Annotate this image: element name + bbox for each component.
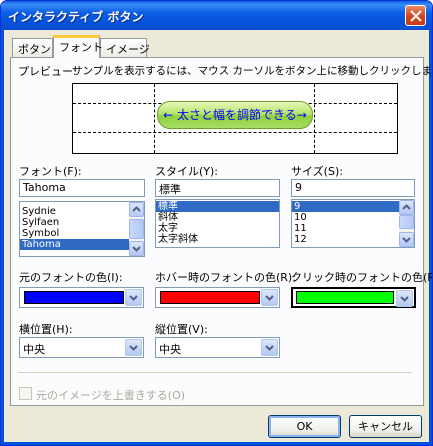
cancel-button[interactable]: キャンセル bbox=[349, 415, 422, 438]
list-item[interactable]: 太字斜体 bbox=[156, 234, 279, 245]
dropdown-button[interactable] bbox=[261, 289, 278, 306]
list-item[interactable]: 太字 bbox=[156, 223, 279, 234]
scroll-thumb[interactable] bbox=[399, 215, 414, 229]
tab-font[interactable]: フォント bbox=[53, 35, 103, 58]
arrow-up-icon bbox=[402, 204, 411, 210]
hover-color-picker[interactable] bbox=[155, 287, 280, 308]
divider bbox=[18, 372, 412, 373]
window-title: インタラクティブ ボタン bbox=[8, 10, 144, 24]
list-item[interactable]: 12 bbox=[292, 234, 414, 245]
horizontal-label: 横位置(H): bbox=[19, 323, 73, 336]
chevron-down-icon bbox=[265, 295, 274, 301]
preview-button[interactable]: ← 太さと幅を調節できる→ bbox=[157, 101, 313, 129]
font-input[interactable]: Tahoma bbox=[19, 179, 145, 197]
style-label: スタイル(Y): bbox=[155, 165, 219, 178]
list-item[interactable]: 11 bbox=[292, 223, 414, 234]
click-color-picker[interactable] bbox=[291, 287, 416, 308]
scroll-down-button[interactable] bbox=[129, 241, 144, 256]
dropdown-button[interactable] bbox=[396, 290, 413, 307]
list-item[interactable]: 10 bbox=[292, 212, 414, 223]
arrow-down-icon bbox=[132, 246, 141, 252]
color-swatch bbox=[296, 291, 394, 304]
style-input[interactable]: 標準 bbox=[155, 179, 280, 197]
scroll-down-button[interactable] bbox=[399, 232, 414, 247]
tab-image[interactable]: イメージ bbox=[100, 38, 150, 57]
ok-button[interactable]: OK bbox=[268, 415, 341, 438]
click-color-label: クリック時のフォントの色(P): bbox=[291, 271, 433, 284]
overwrite-label: 元のイメージを上書きする(O) bbox=[36, 389, 186, 402]
list-item[interactable]: Sylfaen bbox=[20, 217, 144, 228]
list-item[interactable]: 斜体 bbox=[156, 212, 279, 223]
font-scrollbar[interactable] bbox=[129, 202, 144, 256]
chevron-down-icon bbox=[265, 345, 274, 351]
vertical-label: 縦位置(V): bbox=[155, 323, 208, 336]
list-item[interactable]: 9 bbox=[292, 201, 399, 212]
hover-color-label: ホバー時のフォントの色(R): bbox=[155, 271, 296, 284]
dialog-window: インタラクティブ ボタン ボタン フォント イメージ プレビュー: サンプルを表… bbox=[0, 0, 433, 446]
list-item[interactable]: 標準 bbox=[156, 201, 279, 212]
horizontal-select[interactable]: 中央 bbox=[19, 337, 144, 358]
scroll-up-button[interactable] bbox=[399, 200, 414, 215]
preview-area: ← 太さと幅を調節できる→ bbox=[72, 83, 398, 154]
size-list[interactable]: 9 10 11 12 bbox=[291, 199, 415, 248]
arrow-down-icon bbox=[402, 237, 411, 243]
title-bar[interactable]: インタラクティブ ボタン bbox=[1, 1, 432, 30]
chevron-down-icon bbox=[400, 296, 409, 302]
vertical-value: 中央 bbox=[159, 343, 181, 356]
chevron-down-icon bbox=[129, 295, 138, 301]
dropdown-button[interactable] bbox=[125, 289, 142, 306]
font-list[interactable]: Sydnie Sylfaen Symbol Tahoma bbox=[19, 201, 145, 257]
horizontal-value: 中央 bbox=[23, 343, 45, 356]
preview-hint: サンプルを表示するには、マウス カーソルをボタン上に移動しクリックします。 bbox=[72, 65, 433, 77]
color-swatch bbox=[160, 291, 260, 304]
close-button[interactable] bbox=[405, 5, 426, 26]
list-item[interactable]: Sydnie bbox=[20, 206, 144, 217]
dropdown-button[interactable] bbox=[125, 339, 142, 356]
size-scrollbar[interactable] bbox=[399, 200, 414, 247]
tab-button[interactable]: ボタン bbox=[12, 38, 53, 57]
close-icon bbox=[410, 10, 422, 22]
chevron-down-icon bbox=[129, 345, 138, 351]
scroll-thumb[interactable] bbox=[129, 219, 144, 239]
overwrite-checkbox[interactable] bbox=[19, 387, 32, 400]
original-color-label: 元のフォントの色(I): bbox=[19, 271, 123, 284]
arrow-up-icon bbox=[132, 206, 141, 212]
dropdown-button[interactable] bbox=[261, 339, 278, 356]
list-item[interactable]: Symbol bbox=[20, 228, 144, 239]
vertical-select[interactable]: 中央 bbox=[155, 337, 280, 358]
font-label: フォント(F): bbox=[19, 165, 82, 178]
size-input[interactable]: 9 bbox=[291, 179, 415, 197]
style-list[interactable]: 標準 斜体 太字 太字斜体 bbox=[155, 199, 280, 248]
size-label: サイズ(S): bbox=[291, 165, 343, 178]
scroll-up-button[interactable] bbox=[129, 202, 144, 217]
list-item[interactable]: Tahoma bbox=[20, 239, 144, 250]
color-swatch bbox=[24, 291, 124, 304]
original-color-picker[interactable] bbox=[19, 287, 144, 308]
preview-label: プレビュー: bbox=[18, 65, 77, 78]
